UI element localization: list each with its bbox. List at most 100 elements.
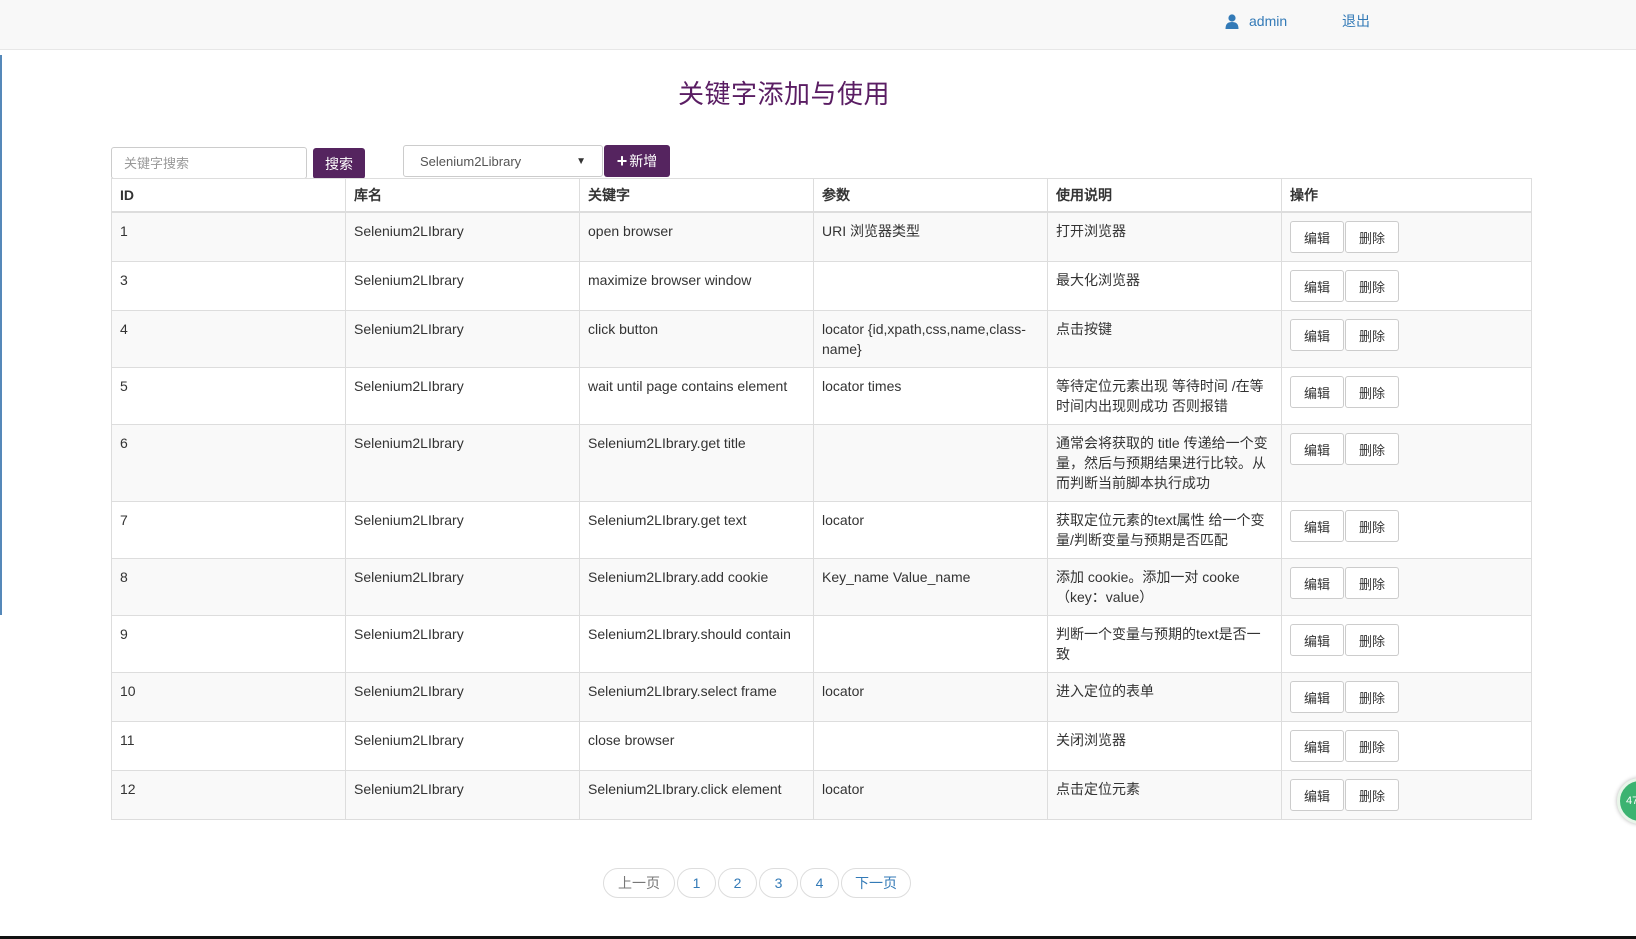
- params-cell: [813, 615, 1048, 673]
- library-cell: Selenium2LIbrary: [345, 615, 580, 673]
- description-cell: 点击定位元素: [1047, 770, 1282, 820]
- id-cell: 9: [111, 615, 346, 673]
- params-cell: [813, 261, 1048, 311]
- actions-cell: 编辑 删除: [1281, 672, 1532, 722]
- description-cell: 通常会将获取的 title 传递给一个变量，然后与预期结果进行比较。从而判断当前…: [1047, 424, 1282, 502]
- library-cell: Selenium2LIbrary: [345, 367, 580, 425]
- edit-button[interactable]: 编辑: [1290, 624, 1344, 656]
- pagination-page-4[interactable]: 4: [800, 868, 839, 898]
- id-cell: 6: [111, 424, 346, 502]
- table-row: 11 Selenium2LIbrary close browser 关闭浏览器 编辑 删除: [111, 721, 1532, 771]
- delete-button[interactable]: 删除: [1345, 681, 1399, 713]
- logout-link[interactable]: 退出: [1342, 11, 1370, 31]
- keyword-cell: click button: [579, 310, 814, 368]
- edit-button[interactable]: 编辑: [1290, 779, 1344, 811]
- chevron-down-icon: ▼: [576, 155, 586, 167]
- pagination-page-2[interactable]: 2: [718, 868, 757, 898]
- pagination-prev[interactable]: 上一页: [603, 868, 675, 898]
- delete-button[interactable]: 删除: [1345, 510, 1399, 542]
- delete-button[interactable]: 删除: [1345, 433, 1399, 465]
- left-edge-border: [0, 55, 4, 615]
- keyword-cell: Selenium2LIbrary.add cookie: [579, 558, 814, 616]
- delete-button[interactable]: 删除: [1345, 730, 1399, 762]
- delete-button[interactable]: 删除: [1345, 376, 1399, 408]
- description-cell: 添加 cookie。添加一对 cooke（key：value）: [1047, 558, 1282, 616]
- floating-badge[interactable]: 47: [1617, 778, 1636, 824]
- description-cell: 判断一个变量与预期的text是否一致: [1047, 615, 1282, 673]
- search-button[interactable]: 搜索: [313, 148, 365, 179]
- keyword-cell: Selenium2LIbrary.get title: [579, 424, 814, 502]
- add-keyword-button[interactable]: + 新增: [604, 145, 670, 177]
- edit-button[interactable]: 编辑: [1290, 567, 1344, 599]
- delete-button[interactable]: 删除: [1345, 624, 1399, 656]
- library-cell: Selenium2LIbrary: [345, 211, 580, 262]
- library-cell: Selenium2LIbrary: [345, 261, 580, 311]
- actions-cell: 编辑 删除: [1281, 558, 1532, 616]
- floating-badge-text: 47: [1626, 795, 1636, 807]
- params-cell: [813, 424, 1048, 502]
- edit-button[interactable]: 编辑: [1290, 681, 1344, 713]
- delete-button[interactable]: 删除: [1345, 319, 1399, 351]
- column-header: 库名: [345, 178, 580, 213]
- library-cell: Selenium2LIbrary: [345, 558, 580, 616]
- description-cell: 关闭浏览器: [1047, 721, 1282, 771]
- actions-cell: 编辑 删除: [1281, 615, 1532, 673]
- id-cell: 11: [111, 721, 346, 771]
- actions-cell: 编辑 删除: [1281, 424, 1532, 502]
- actions-cell: 编辑 删除: [1281, 310, 1532, 368]
- description-cell: 获取定位元素的text属性 给一个变量/判断变量与预期是否匹配: [1047, 501, 1282, 559]
- pagination-page-3[interactable]: 3: [759, 868, 798, 898]
- actions-cell: 编辑 删除: [1281, 367, 1532, 425]
- params-cell: URI 浏览器类型: [813, 211, 1048, 262]
- actions-cell: 编辑 删除: [1281, 261, 1532, 311]
- description-cell: 进入定位的表单: [1047, 672, 1282, 722]
- pagination: 上一页 1 2 3 4 下一页: [603, 868, 911, 898]
- table-row: 12 Selenium2LIbrary Selenium2LIbrary.click…: [111, 770, 1532, 820]
- description-cell: 等待定位元素出现 等待时间 /在等时间内出现则成功 否则报错: [1047, 367, 1282, 425]
- edit-button[interactable]: 编辑: [1290, 376, 1344, 408]
- user-icon: [1225, 13, 1239, 29]
- delete-button[interactable]: 删除: [1345, 221, 1399, 253]
- params-cell: locator: [813, 501, 1048, 559]
- id-cell: 3: [111, 261, 346, 311]
- table-row: 10 Selenium2LIbrary Selenium2LIbrary.selec…: [111, 672, 1532, 722]
- table-body: 1 Selenium2LIbrary open browser URI 浏览器类型 打开…: [111, 211, 1532, 820]
- table-row: 9 Selenium2LIbrary Selenium2LIbrary.should…: [111, 615, 1532, 673]
- keyword-cell: Selenium2LIbrary.select frame: [579, 672, 814, 722]
- pagination-next[interactable]: 下一页: [841, 868, 911, 898]
- table-row: 6 Selenium2LIbrary Selenium2LIbrary.get ti…: [111, 424, 1532, 502]
- keyword-cell: wait until page contains element: [579, 367, 814, 425]
- table-row: 8 Selenium2LIbrary Selenium2LIbrary.add co…: [111, 558, 1532, 616]
- library-select[interactable]: Selenium2Library ▼: [403, 145, 603, 177]
- edit-button[interactable]: 编辑: [1290, 319, 1344, 351]
- delete-button[interactable]: 删除: [1345, 270, 1399, 302]
- edit-button[interactable]: 编辑: [1290, 730, 1344, 762]
- edit-button[interactable]: 编辑: [1290, 433, 1344, 465]
- keyword-table: ID 库名 关键字 参数 使用说明 操作 1 Selenium2LIbrary open br…: [111, 178, 1532, 820]
- column-header: 参数: [813, 178, 1048, 213]
- id-cell: 12: [111, 770, 346, 820]
- keyword-cell: maximize browser window: [579, 261, 814, 311]
- edit-button[interactable]: 编辑: [1290, 270, 1344, 302]
- top-navbar: admin 退出: [0, 0, 1636, 50]
- keyword-cell: Selenium2LIbrary.should contain: [579, 615, 814, 673]
- delete-button[interactable]: 删除: [1345, 567, 1399, 599]
- keyword-search-input[interactable]: [111, 147, 307, 179]
- add-keyword-label: 新增: [629, 153, 658, 169]
- description-cell: 打开浏览器: [1047, 211, 1282, 262]
- pagination-page-1[interactable]: 1: [677, 868, 716, 898]
- id-cell: 4: [111, 310, 346, 368]
- edit-button[interactable]: 编辑: [1290, 510, 1344, 542]
- library-cell: Selenium2LIbrary: [345, 310, 580, 368]
- edit-button[interactable]: 编辑: [1290, 221, 1344, 253]
- username: admin: [1249, 13, 1288, 29]
- library-cell: Selenium2LIbrary: [345, 424, 580, 502]
- delete-button[interactable]: 删除: [1345, 779, 1399, 811]
- user-menu[interactable]: admin: [1225, 10, 1287, 32]
- table-row: 5 Selenium2LIbrary wait until page contain…: [111, 367, 1532, 425]
- actions-cell: 编辑 删除: [1281, 770, 1532, 820]
- library-cell: Selenium2LIbrary: [345, 721, 580, 771]
- keyword-cell: open browser: [579, 211, 814, 262]
- description-cell: 点击按键: [1047, 310, 1282, 368]
- id-cell: 5: [111, 367, 346, 425]
